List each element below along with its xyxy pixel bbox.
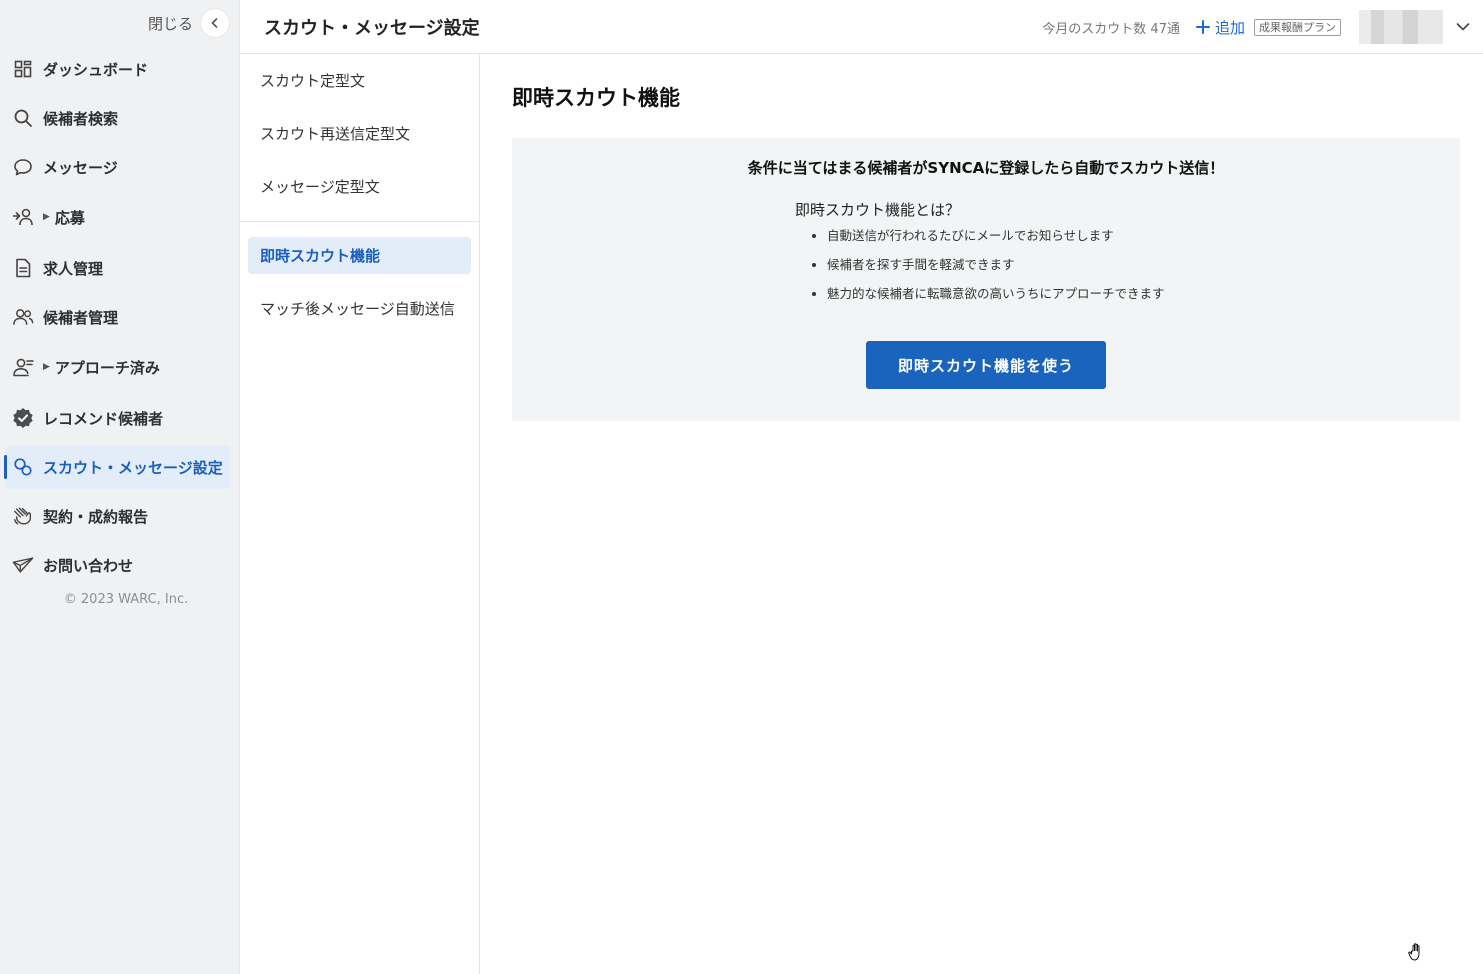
- users-icon: [12, 306, 34, 328]
- chevron-left-icon[interactable]: [201, 9, 229, 37]
- header-actions: 今月のスカウト数 47通 追加 成果報酬プラン: [1042, 0, 1483, 54]
- sidebar-item-label: お問い合わせ: [43, 556, 134, 575]
- plus-icon: [1195, 20, 1210, 34]
- search-icon: [12, 107, 34, 129]
- sidebar-item-contact[interactable]: お問い合わせ: [6, 543, 230, 587]
- caret-right-icon: ▶: [43, 212, 50, 222]
- list-item: 自動送信が行われるたびにメールでお知らせします: [827, 225, 1165, 254]
- plan-badge: 成果報酬プラン: [1254, 18, 1341, 36]
- application-icon: [12, 206, 34, 228]
- handshake-icon: [12, 505, 34, 527]
- verified-badge-icon: [12, 407, 34, 429]
- sidebar-item-label: アプローチ済み: [54, 358, 160, 377]
- sidebar-item-dashboard[interactable]: ダッシュボード: [6, 47, 230, 91]
- sidebar-item-applications[interactable]: ▶ 応募: [6, 195, 230, 239]
- sidebar-item-label: ダッシュボード: [43, 60, 149, 79]
- sidebar-item-candidate-search[interactable]: 候補者検索: [6, 96, 230, 140]
- monthly-scout-count: 今月のスカウト数 47通: [1042, 21, 1180, 37]
- subnav-message-template[interactable]: メッセージ定型文: [248, 168, 471, 205]
- chevron-down-icon[interactable]: [1451, 15, 1475, 39]
- sidebar-item-label: 応募: [54, 208, 85, 227]
- add-label: 追加: [1214, 18, 1245, 37]
- paper-plane-icon: [12, 554, 34, 576]
- subnav-scout-resend-template[interactable]: スカウト再送信定型文: [248, 115, 471, 152]
- sidebar-item-label: 求人管理: [43, 259, 104, 278]
- sidebar-item-scout-message-settings[interactable]: スカウト・メッセージ設定: [4, 445, 230, 489]
- caret-right-icon: ▶: [43, 362, 50, 372]
- feature-headline: 条件に当てはまる候補者がSYNCAに登録したら自動でスカウト送信！: [747, 159, 1225, 177]
- avatar[interactable]: [1359, 10, 1443, 44]
- sidebar-item-recommended-candidates[interactable]: レコメンド候補者: [6, 396, 230, 440]
- subnav-instant-scout[interactable]: 即時スカウト機能: [248, 237, 471, 274]
- list-item: 候補者を探す手間を軽減できます: [827, 254, 1165, 283]
- app-window: 閉じる ダッシュボード 候補者検索 メッセージ ▶ 応募 求人管理 候補者管理 …: [0, 0, 1483, 974]
- settings-subnav: スカウト定型文 スカウト再送信定型文 メッセージ定型文 即時スカウト機能 マッチ…: [240, 54, 480, 974]
- sidebar-item-job-management[interactable]: 求人管理: [6, 246, 230, 290]
- use-instant-scout-button[interactable]: 即時スカウト機能を使う: [866, 341, 1106, 389]
- settings-link-icon: [12, 456, 34, 478]
- main-content: 即時スカウト機能 条件に当てはまる候補者がSYNCAに登録したら自動でスカウト送…: [480, 54, 1483, 974]
- sidebar-close-toggle[interactable]: 閉じる: [148, 9, 229, 37]
- top-header: スカウト・メッセージ設定 今月のスカウト数 47通 追加 成果報酬プラン: [240, 0, 1483, 54]
- sidebar: 閉じる ダッシュボード 候補者検索 メッセージ ▶ 応募 求人管理 候補者管理 …: [0, 0, 240, 974]
- message-icon: [12, 156, 34, 178]
- feature-about-title: 即時スカウト機能とは？: [795, 201, 961, 219]
- page-title: スカウト・メッセージ設定: [264, 18, 480, 39]
- hand-cursor-icon: [1408, 942, 1426, 962]
- add-scout-button[interactable]: 追加: [1195, 17, 1245, 38]
- sidebar-item-label: メッセージ: [43, 158, 118, 177]
- subnav-scout-template[interactable]: スカウト定型文: [248, 62, 471, 99]
- list-item: 魅力的な候補者に転職意欲の高いうちにアプローチできます: [827, 283, 1165, 312]
- sidebar-item-label: 候補者検索: [43, 109, 119, 128]
- subnav-divider: [240, 221, 479, 222]
- sidebar-item-label: 契約・成約報告: [43, 507, 149, 526]
- sidebar-item-contract-report[interactable]: 契約・成約報告: [6, 494, 230, 538]
- instant-scout-feature-panel: 条件に当てはまる候補者がSYNCAに登録したら自動でスカウト送信！ 即時スカウト…: [512, 138, 1460, 421]
- user-check-icon: [12, 356, 34, 378]
- dashboard-icon: [12, 58, 34, 80]
- document-icon: [12, 257, 34, 279]
- sidebar-item-messages[interactable]: メッセージ: [6, 145, 230, 189]
- sidebar-item-label: レコメンド候補者: [43, 409, 164, 428]
- feature-benefit-list: 自動送信が行われるたびにメールでお知らせします 候補者を探す手間を軽減できます …: [809, 225, 1165, 312]
- sidebar-item-label: スカウト・メッセージ設定: [43, 458, 223, 477]
- section-title: 即時スカウト機能: [512, 86, 680, 110]
- sidebar-item-candidate-management[interactable]: 候補者管理: [6, 295, 230, 339]
- sidebar-close-label: 閉じる: [147, 14, 193, 33]
- copyright-text: © 2023 WARC, Inc.: [63, 592, 189, 607]
- sidebar-item-approached[interactable]: ▶ アプローチ済み: [6, 345, 230, 389]
- sidebar-item-label: 候補者管理: [43, 308, 119, 327]
- subnav-post-match-auto-message[interactable]: マッチ後メッセージ自動送信: [248, 290, 471, 327]
